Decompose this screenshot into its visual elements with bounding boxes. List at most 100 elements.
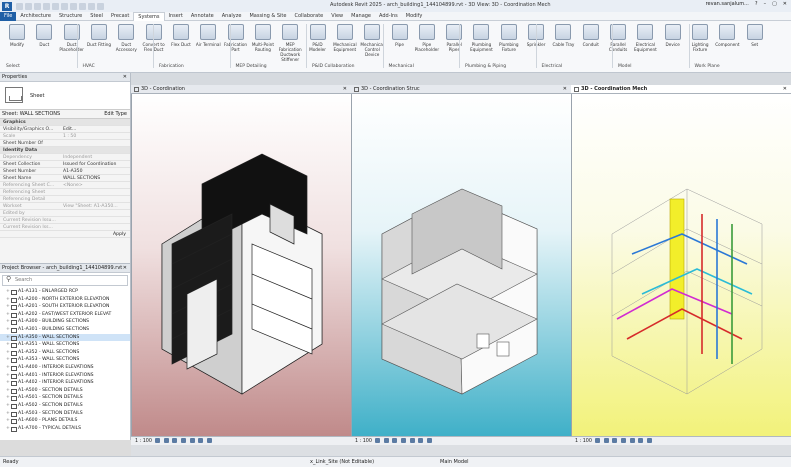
- property-value[interactable]: WALL SECTIONS: [60, 175, 130, 181]
- browser-sheet-item[interactable]: A1-A300 - BUILDING SECTIONS: [0, 318, 130, 326]
- minimize-icon[interactable]: –: [764, 1, 767, 7]
- ribbon-tab-structure[interactable]: Structure: [55, 12, 86, 21]
- tool-parallel-pipes-button[interactable]: Parallel Pipes: [441, 24, 467, 52]
- view-tab-coordination-mech[interactable]: 3D - Coordination Mech ✕: [571, 85, 791, 94]
- browser-sheet-item[interactable]: A1-A700 - TYPICAL DETAILS: [0, 425, 130, 433]
- lock-view-icon[interactable]: [638, 438, 644, 443]
- user-name[interactable]: revan.sanjalum...: [706, 1, 749, 7]
- tool-conduit-button[interactable]: Conduit: [578, 24, 604, 47]
- ribbon-group-label[interactable]: P&ID Collaboration: [312, 64, 354, 69]
- property-value[interactable]: [60, 196, 130, 202]
- sun-path-icon[interactable]: [392, 438, 398, 443]
- property-value[interactable]: Issued for Coordination: [60, 161, 130, 167]
- property-value[interactable]: <None>: [60, 182, 130, 188]
- tool-duct-fitting-button[interactable]: Duct Fitting: [86, 24, 112, 47]
- property-value[interactable]: [60, 217, 130, 223]
- section-icon[interactable]: [97, 2, 104, 10]
- property-value[interactable]: Edit...: [60, 126, 130, 132]
- 3d-view-icon[interactable]: [88, 2, 95, 10]
- sun-path-icon[interactable]: [612, 438, 618, 443]
- close-icon[interactable]: ✕: [123, 73, 127, 82]
- visual-style-icon[interactable]: [383, 438, 389, 443]
- view-tab-coordination[interactable]: 3D - Coordination ✕: [131, 85, 351, 94]
- property-value[interactable]: Independent: [60, 154, 130, 160]
- edit-type-button[interactable]: Edit Type: [104, 110, 127, 119]
- browser-search-input[interactable]: Search: [2, 275, 128, 286]
- ribbon-group-label[interactable]: Mechanical: [389, 64, 414, 69]
- tool-duct-button[interactable]: Duct: [31, 24, 57, 47]
- tool-fabrication-part-button[interactable]: Fabrication Part: [223, 24, 249, 52]
- view-scale[interactable]: 1 : 100: [135, 439, 152, 444]
- ribbon-group-label[interactable]: Work Plane: [695, 64, 720, 69]
- viewport-architectural[interactable]: [131, 94, 351, 436]
- browser-sheet-item[interactable]: A1-A201 - SOUTH EXTERIOR ELEVATION: [0, 303, 130, 311]
- tool-duct-accessory-button[interactable]: Duct Accessory: [113, 24, 139, 52]
- ribbon-group-label[interactable]: HVAC: [83, 64, 95, 69]
- view-tab-coordination-struc[interactable]: 3D - Coordination Struc ✕: [351, 85, 571, 94]
- tool-flex-duct-button[interactable]: Flex Duct: [168, 24, 194, 47]
- tool-parallel-conduits-button[interactable]: Parallel Conduits: [605, 24, 631, 52]
- visual-style-icon[interactable]: [163, 438, 169, 443]
- view-scale[interactable]: 1 : 100: [355, 439, 372, 444]
- ribbon-tab-precast[interactable]: Precast: [107, 12, 133, 21]
- property-value[interactable]: [60, 140, 130, 146]
- tool-plumbing-fixture-button[interactable]: Plumbing Fixture: [496, 24, 522, 52]
- tool-component-button[interactable]: Component: [714, 24, 740, 47]
- close-icon[interactable]: ✕: [563, 85, 567, 94]
- crop-view-icon[interactable]: [189, 438, 195, 443]
- tool-duct-placeholder-button[interactable]: Duct Placeholder: [59, 24, 85, 52]
- browser-sheet-item[interactable]: A1-A500 - SECTION DETAILS: [0, 387, 130, 395]
- ribbon-tab-systems[interactable]: Systems: [133, 11, 165, 21]
- browser-sheet-item[interactable]: A1-A503 - SECTION DETAILS: [0, 410, 130, 418]
- redo-icon[interactable]: [52, 2, 59, 10]
- close-icon[interactable]: ✕: [123, 264, 127, 273]
- tool-device-button[interactable]: Device: [660, 24, 686, 47]
- detail-level-icon[interactable]: [595, 438, 601, 443]
- browser-sheet-item[interactable]: A1-A352 - WALL SECTIONS: [0, 349, 130, 357]
- tool-mechanical-control-device-button[interactable]: Mechanical Control Device: [359, 24, 385, 57]
- ribbon-group-label[interactable]: Plumbing & Piping: [465, 64, 506, 69]
- undo-icon[interactable]: [43, 2, 50, 10]
- tool-modify-button[interactable]: Modify: [4, 24, 30, 47]
- browser-sheet-item[interactable]: A1-A131 - ENLARGED RCP: [0, 288, 130, 296]
- help-icon[interactable]: ?: [755, 1, 758, 7]
- ribbon-tab-collaborate[interactable]: Collaborate: [290, 12, 327, 21]
- ribbon-group-label[interactable]: MEP Detailing: [236, 64, 267, 69]
- browser-sheet-item[interactable]: A1-A502 - SECTION DETAILS: [0, 402, 130, 410]
- apply-button[interactable]: Apply: [113, 231, 126, 237]
- instance-selector[interactable]: Sheet: WALL SECTIONS Edit Type: [0, 110, 130, 119]
- close-icon[interactable]: ✕: [783, 85, 787, 94]
- tool-mechanical-equipment-button[interactable]: Mechanical Equipment: [332, 24, 358, 52]
- maximize-icon[interactable]: ▢: [772, 1, 777, 7]
- browser-sheet-item[interactable]: A1-A401 - INTERIOR ELEVATIONS: [0, 372, 130, 380]
- close-icon[interactable]: ✕: [343, 85, 347, 94]
- browser-sheet-item[interactable]: A1-A353 - WALL SECTIONS: [0, 356, 130, 364]
- revit-logo[interactable]: R: [2, 1, 12, 11]
- browser-sheet-item[interactable]: A1-A400 - INTERIOR ELEVATIONS: [0, 364, 130, 372]
- temporary-hide-icon[interactable]: [426, 438, 432, 443]
- active-workset[interactable]: x_Link_Site (Not Editable): [310, 457, 374, 467]
- browser-sheet-item[interactable]: A1-A600 - PLANS DETAILS: [0, 417, 130, 425]
- tool-plumbing-equipment-button[interactable]: Plumbing Equipment: [468, 24, 494, 52]
- property-category[interactable]: Identity Data: [0, 147, 130, 154]
- ribbon-group-label[interactable]: Fabrication: [159, 64, 184, 69]
- tool-pipe-button[interactable]: Pipe: [387, 24, 413, 47]
- ribbon-group-label[interactable]: Model: [618, 64, 632, 69]
- viewport-structural[interactable]: [351, 94, 571, 436]
- ribbon-group-label[interactable]: Select: [6, 64, 20, 69]
- property-category[interactable]: Graphics: [0, 119, 130, 126]
- ribbon-tab-steel[interactable]: Steel: [86, 12, 107, 21]
- browser-sheet-item[interactable]: A1-A202 - EAST/WEST EXTERIOR ELEVAT: [0, 311, 130, 319]
- browser-sheet-item[interactable]: A1-A402 - INTERIOR ELEVATIONS: [0, 379, 130, 387]
- ribbon-tab-massing-site[interactable]: Massing & Site: [245, 12, 290, 21]
- ribbon-tab-annotate[interactable]: Annotate: [187, 12, 218, 21]
- open-icon[interactable]: [16, 2, 23, 10]
- tool-p-id-modeler-button[interactable]: P&ID Modeler: [305, 24, 331, 52]
- tool-electrical-equipment-button[interactable]: Electrical Equipment: [632, 24, 658, 52]
- ribbon-tab-manage[interactable]: Manage: [347, 12, 375, 21]
- tool-air-terminal-button[interactable]: Air Terminal: [195, 24, 221, 47]
- ribbon-tab-modify[interactable]: Modify: [402, 12, 427, 21]
- lock-view-icon[interactable]: [198, 438, 204, 443]
- browser-sheet-item[interactable]: A1-A301 - BUILDING SECTIONS: [0, 326, 130, 334]
- crop-view-icon[interactable]: [629, 438, 635, 443]
